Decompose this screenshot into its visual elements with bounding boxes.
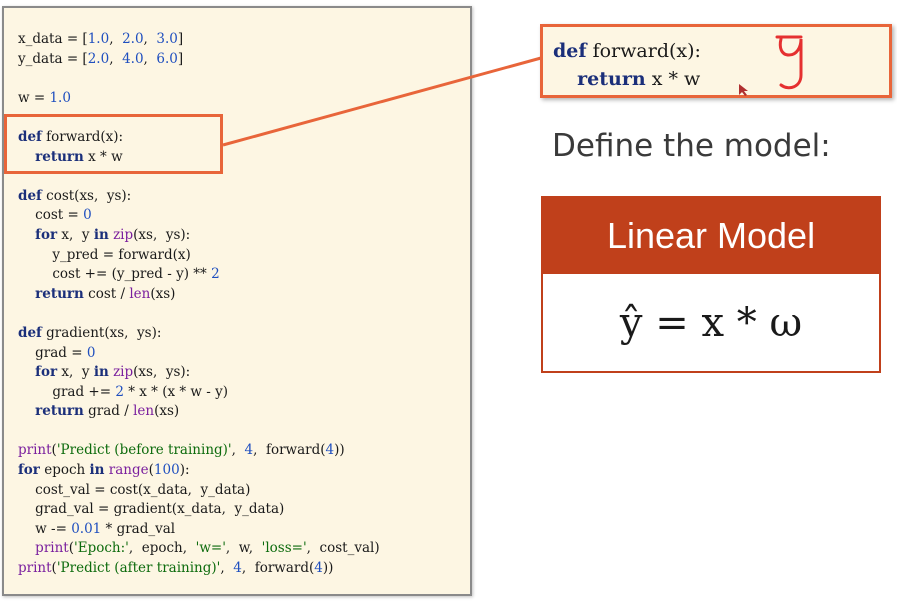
callout-code-block: def forward(x): return x * w bbox=[553, 37, 701, 93]
code-token: return bbox=[577, 68, 646, 90]
code-line: return x * w bbox=[553, 65, 701, 93]
code-token: forward(x): bbox=[586, 40, 701, 62]
handwritten-annotation bbox=[775, 35, 803, 90]
code-token: x * w bbox=[645, 68, 701, 90]
code-line: def forward(x): bbox=[553, 37, 701, 65]
cursor-icon bbox=[739, 84, 748, 96]
forward-callout: def forward(x): return x * w bbox=[540, 24, 892, 98]
linear-model-card: Linear Model ŷ = x * ω bbox=[541, 196, 881, 373]
section-heading: Define the model: bbox=[552, 128, 831, 164]
model-card-title: Linear Model bbox=[543, 198, 879, 274]
model-formula: ŷ = x * ω bbox=[619, 299, 803, 346]
code-token: def bbox=[553, 40, 587, 62]
